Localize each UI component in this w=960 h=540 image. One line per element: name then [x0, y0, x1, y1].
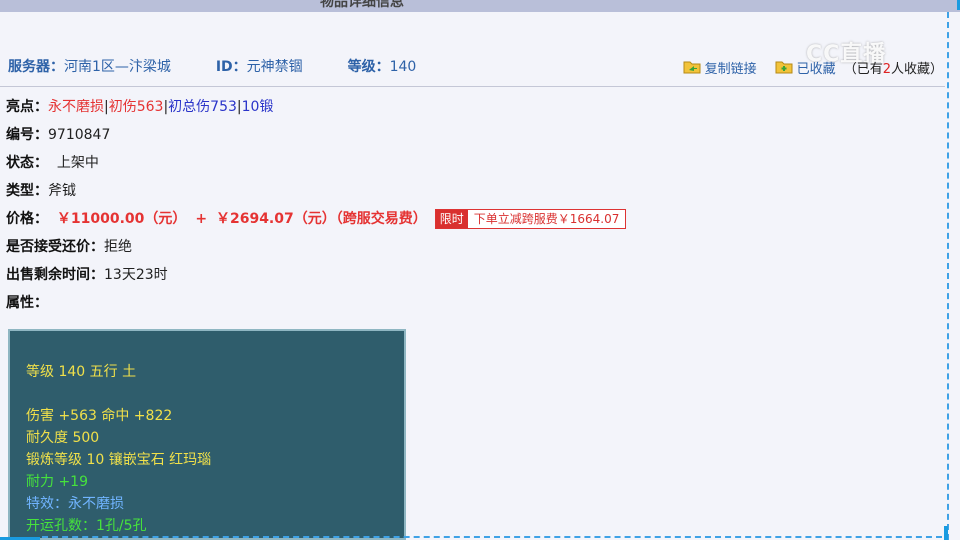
- level-value: 140: [389, 59, 417, 75]
- folder-share-icon: [683, 61, 701, 74]
- page-title: 物品详细信息: [320, 0, 404, 10]
- bargain-row: 是否接受还价：拒绝: [6, 236, 936, 264]
- favorite-count: 2: [882, 61, 891, 77]
- type-label: 类型：: [6, 183, 48, 199]
- favorite-label: 已收藏: [796, 61, 836, 77]
- capture-border-right: [947, 12, 949, 540]
- attr-forge: 锻炼等级 10 镶嵌宝石 红玛瑙: [26, 452, 212, 468]
- discount-badge: 限时 下单立减跨服费￥1664.07: [434, 209, 627, 229]
- highlight-item: 初伤563: [108, 99, 164, 115]
- attr-stamina: 耐力 +19: [26, 474, 88, 490]
- number-row: 编号：9710847: [6, 124, 936, 152]
- item-header: 服务器：河南1区—汴梁城 ID：元神禁锢 等级：140 复制链接 已收藏 （已有…: [8, 56, 943, 78]
- price-fee: ￥2694.07（元）（跨服交易费）: [215, 211, 427, 227]
- limited-time-badge: 限时: [435, 210, 468, 228]
- copy-link-label: 复制链接: [704, 61, 757, 77]
- attr-damage: 伤害 +563 命中 +822: [26, 408, 173, 424]
- favorite-button[interactable]: 已收藏: [775, 58, 836, 77]
- type-row: 类型：斧钺: [6, 180, 936, 208]
- copy-link-button[interactable]: 复制链接: [683, 58, 757, 77]
- status-label: 状态：: [6, 155, 48, 171]
- favorite-count-note: （已有2人收藏）: [843, 61, 943, 77]
- item-info: 亮点：永不磨损|初伤563|初总伤753|10锻 编号：9710847 状态： …: [6, 96, 936, 320]
- level-label: 等级：: [347, 59, 390, 75]
- attr-effect: 特效：永不磨损: [26, 496, 124, 512]
- highlight-item: 10锻: [241, 99, 274, 115]
- number-value: 9710847: [48, 127, 111, 143]
- remaining-time-value: 13天23时: [104, 267, 168, 283]
- type-value: 斧钺: [48, 183, 76, 199]
- highlight-item: 初总伤753: [168, 99, 237, 115]
- number-label: 编号：: [6, 127, 48, 143]
- capture-corner: [947, 0, 960, 10]
- highlights-row: 亮点：永不磨损|初伤563|初总伤753|10锻: [6, 99, 274, 115]
- id-value: 元神禁锢: [246, 59, 303, 75]
- header-actions: 复制链接 已收藏 （已有2人收藏）: [665, 56, 943, 78]
- id-label: ID：: [215, 59, 247, 75]
- server-label: 服务器：: [8, 59, 64, 75]
- capture-border-bottom: [42, 536, 942, 538]
- highlights-label: 亮点：: [6, 99, 48, 115]
- status-value: 上架中: [56, 155, 99, 171]
- remaining-time-label: 出售剩余时间：: [6, 267, 104, 283]
- attr-level: 等级 140 五行 土: [26, 364, 137, 380]
- status-row: 状态： 上架中: [6, 152, 936, 180]
- capture-corner: [0, 533, 40, 540]
- bargain-value: 拒绝: [104, 239, 132, 255]
- price-plus: +: [195, 211, 208, 227]
- remaining-time-row: 出售剩余时间：13天23时: [6, 264, 936, 292]
- discount-text: 下单立减跨服费￥1664.07: [467, 210, 626, 228]
- title-bar: 物品详细信息: [0, 0, 960, 12]
- server-value: 河南1区—汴梁城: [64, 59, 171, 75]
- price-row: 价格： ￥11000.00（元） + ￥2694.07（元）（跨服交易费） 限时下…: [6, 208, 936, 236]
- price-main: ￥11000.00（元）: [56, 211, 187, 227]
- attr-holes: 开运孔数：1孔/5孔: [26, 518, 147, 534]
- attr-durability: 耐久度 500: [26, 430, 100, 446]
- price-label: 价格：: [6, 211, 48, 227]
- header-divider: [0, 86, 945, 87]
- attributes-label: 属性：: [6, 295, 48, 311]
- highlight-item: 永不磨损: [48, 99, 104, 115]
- capture-corner: [944, 526, 948, 540]
- attributes-row: 属性：: [6, 292, 936, 320]
- attributes-panel: 等级 140 五行 土 伤害 +563 命中 +822 耐久度 500 锻炼等级…: [8, 329, 406, 540]
- folder-favorite-icon: [775, 61, 793, 74]
- bargain-label: 是否接受还价：: [6, 239, 104, 255]
